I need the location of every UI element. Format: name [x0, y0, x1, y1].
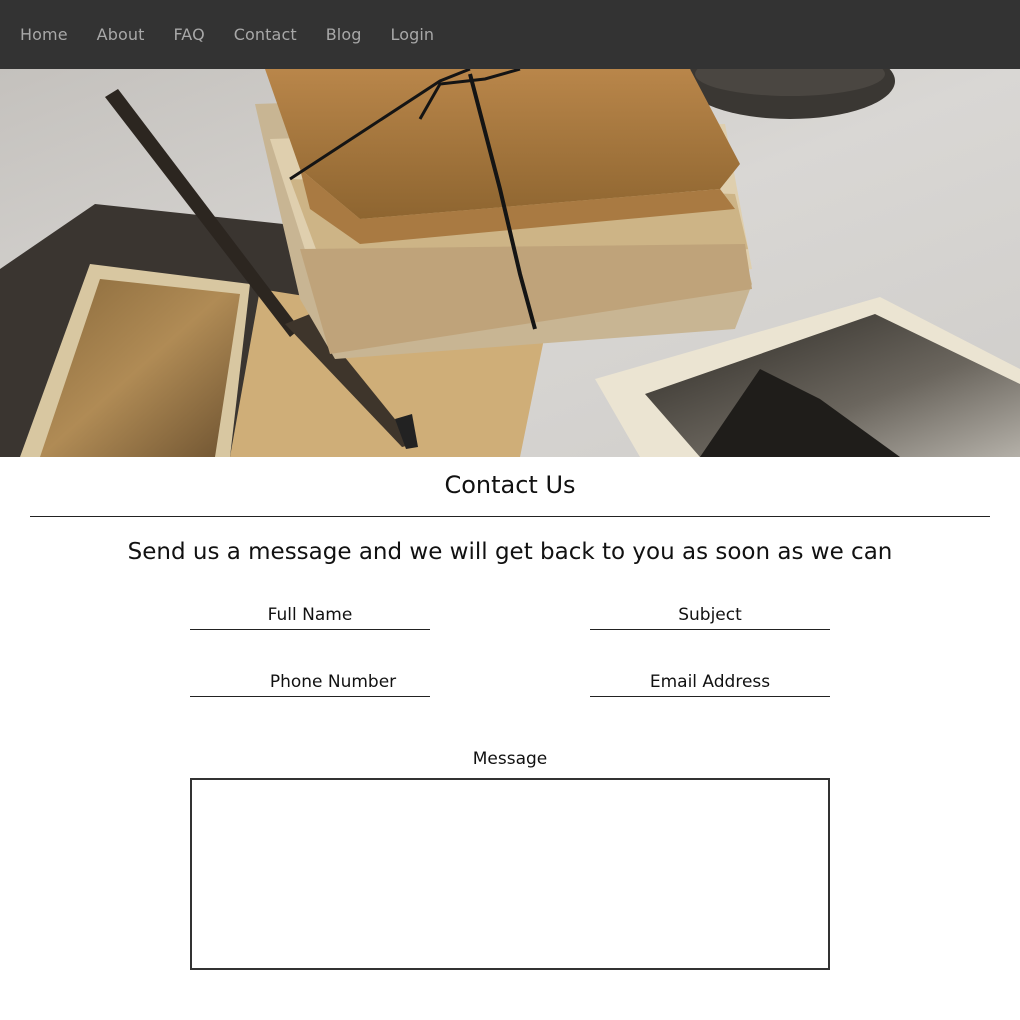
nav-about-link[interactable]: About [97, 25, 145, 44]
nav-home-link[interactable]: Home [20, 25, 68, 44]
hero-illustration [0, 69, 1020, 457]
nav-login-link[interactable]: Login [391, 25, 435, 44]
nav-contact-link[interactable]: Contact [234, 25, 297, 44]
hero-image [0, 69, 1020, 457]
title-divider [30, 516, 990, 517]
top-nav: Home About FAQ Contact Blog Login [0, 0, 1020, 69]
message-textarea[interactable] [190, 778, 830, 970]
phone-number-input[interactable] [190, 667, 430, 697]
subject-input[interactable] [590, 600, 830, 630]
message-label: Message [472, 749, 548, 769]
full-name-input[interactable] [190, 600, 430, 630]
page-title: Contact Us [444, 471, 576, 499]
nav-blog-link[interactable]: Blog [326, 25, 362, 44]
email-address-input[interactable] [590, 667, 830, 697]
nav-faq-link[interactable]: FAQ [173, 25, 204, 44]
page-subtitle: Send us a message and we will get back t… [127, 539, 893, 565]
